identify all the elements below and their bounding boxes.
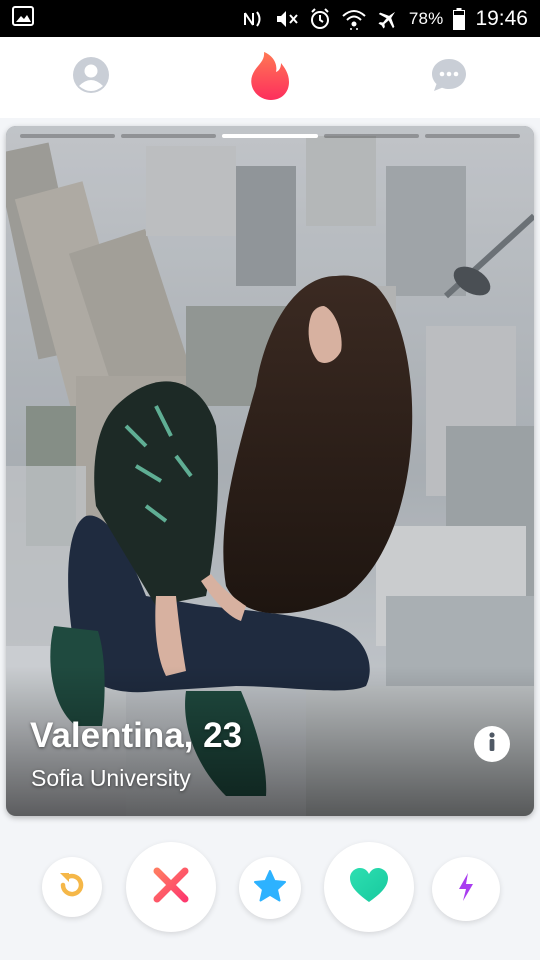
photo-indicator[interactable] [424, 134, 521, 138]
rewind-button[interactable] [42, 857, 102, 917]
boost-button[interactable] [432, 857, 500, 921]
profile-name-age: Valentina, 23 [30, 716, 243, 755]
bolt-icon [456, 872, 476, 907]
airplane-icon [377, 8, 399, 30]
status-bar: 78% 19:46 [0, 0, 540, 37]
card-info-overlay: Valentina, 23 Sofia University [6, 666, 534, 816]
photo-progress [20, 134, 521, 138]
rewind-icon [56, 869, 88, 906]
super-like-button[interactable] [239, 857, 301, 919]
heart-icon [348, 866, 390, 909]
profile-school: Sofia University [31, 765, 191, 791]
profile-button[interactable] [71, 56, 111, 99]
photo-indicator[interactable] [20, 134, 116, 138]
messages-button[interactable] [429, 58, 469, 98]
mute-icon [275, 8, 299, 30]
photo-indicator-active[interactable] [222, 134, 318, 138]
photo-indicator[interactable] [323, 134, 419, 138]
profile-icon [72, 56, 110, 99]
battery-icon [453, 7, 466, 30]
profile-card[interactable]: Valentina, 23 Sofia University [6, 126, 534, 816]
alarm-icon [309, 7, 331, 30]
star-icon [253, 869, 287, 908]
top-nav [0, 37, 540, 118]
x-icon [151, 865, 191, 910]
photo-indicator[interactable] [121, 134, 217, 138]
like-button[interactable] [324, 842, 414, 932]
battery-percent: 78% [408, 8, 444, 28]
status-time: 19:46 [475, 6, 528, 30]
nope-button[interactable] [126, 842, 216, 932]
tinder-flame-icon [248, 49, 292, 106]
gallery-icon [12, 6, 34, 31]
wifi-icon [341, 8, 367, 30]
messages-icon [430, 56, 468, 99]
info-icon [474, 724, 510, 765]
nfc-icon [243, 9, 265, 29]
swipe-deck-button[interactable] [247, 52, 293, 104]
info-button[interactable] [474, 726, 510, 762]
